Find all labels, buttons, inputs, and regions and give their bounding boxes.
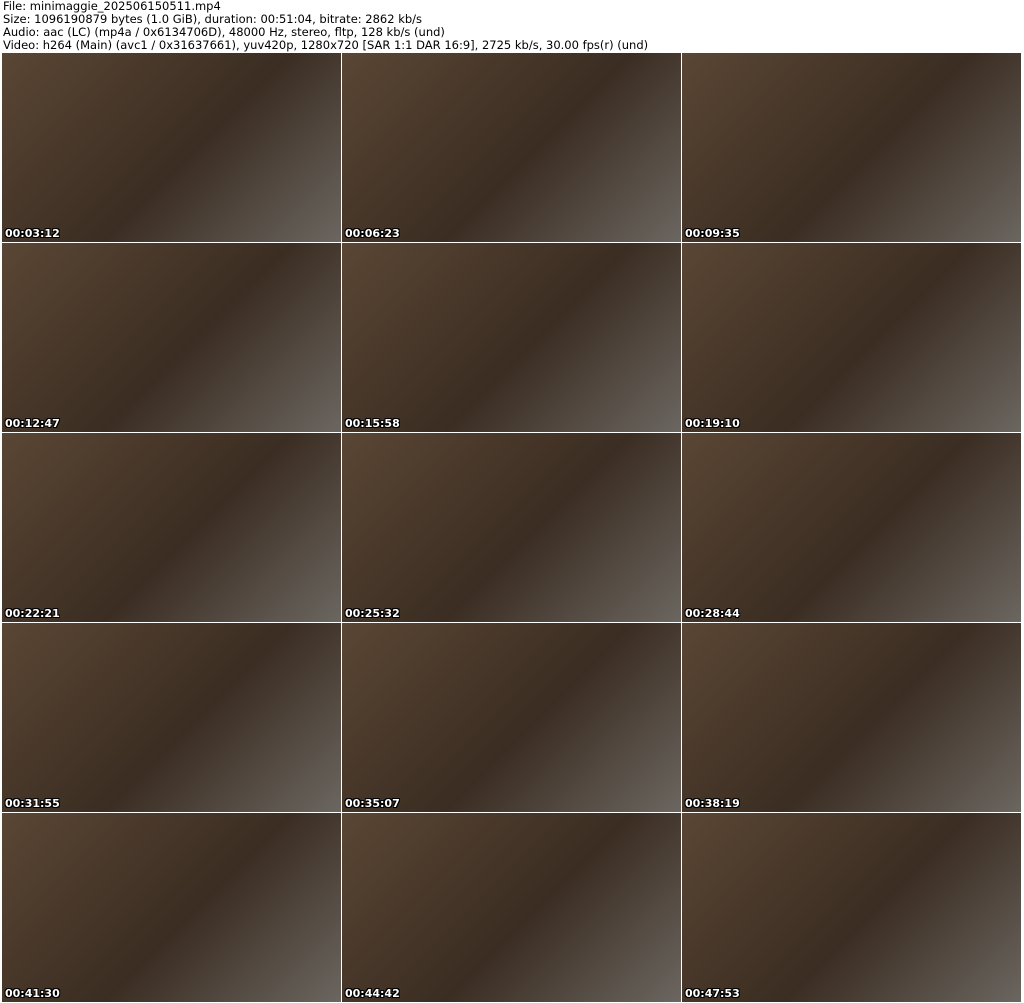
video-info: Video: h264 (Main) (avc1 / 0x31637661), …: [3, 38, 649, 52]
video-frame-thumbnail: 00:28:44: [682, 433, 1021, 622]
frame-timestamp: 00:44:42: [345, 987, 400, 1000]
video-frame-thumbnail: 00:19:10: [682, 243, 1021, 432]
video-frame-thumbnail: 00:12:47: [2, 243, 341, 432]
frame-timestamp: 00:47:53: [685, 987, 740, 1000]
frame-timestamp: 00:38:19: [685, 797, 740, 810]
video-frame-thumbnail: 00:09:35: [682, 53, 1021, 242]
video-frame-thumbnail: 00:22:21: [2, 433, 341, 622]
thumbnail-grid: 00:03:12 00:06:23 00:09:35 00:12:47 00:15:58…: [2, 53, 1021, 1002]
frame-timestamp: 00:03:12: [5, 227, 60, 240]
frame-timestamp: 00:15:58: [345, 417, 400, 430]
frame-timestamp: 00:35:07: [345, 797, 400, 810]
video-frame-thumbnail: 00:35:07: [342, 623, 681, 812]
frame-timestamp: 00:19:10: [685, 417, 740, 430]
frame-timestamp: 00:09:35: [685, 227, 740, 240]
video-frame-thumbnail: 00:06:23: [342, 53, 681, 242]
video-frame-thumbnail: 00:25:32: [342, 433, 681, 622]
frame-timestamp: 00:31:55: [5, 797, 60, 810]
video-frame-thumbnail: 00:03:12: [2, 53, 341, 242]
file-info-header: File: minimaggie_202506150511.mp4 Size: …: [3, 0, 648, 52]
frame-timestamp: 00:25:32: [345, 607, 400, 620]
frame-timestamp: 00:41:30: [5, 987, 60, 1000]
video-frame-thumbnail: 00:41:30: [2, 813, 341, 1002]
video-frame-thumbnail: 00:38:19: [682, 623, 1021, 812]
frame-timestamp: 00:22:21: [5, 607, 60, 620]
video-frame-thumbnail: 00:31:55: [2, 623, 341, 812]
frame-timestamp: 00:28:44: [685, 607, 740, 620]
frame-timestamp: 00:12:47: [5, 417, 60, 430]
video-frame-thumbnail: 00:47:53: [682, 813, 1021, 1002]
video-frame-thumbnail: 00:44:42: [342, 813, 681, 1002]
frame-timestamp: 00:06:23: [345, 227, 400, 240]
video-frame-thumbnail: 00:15:58: [342, 243, 681, 432]
